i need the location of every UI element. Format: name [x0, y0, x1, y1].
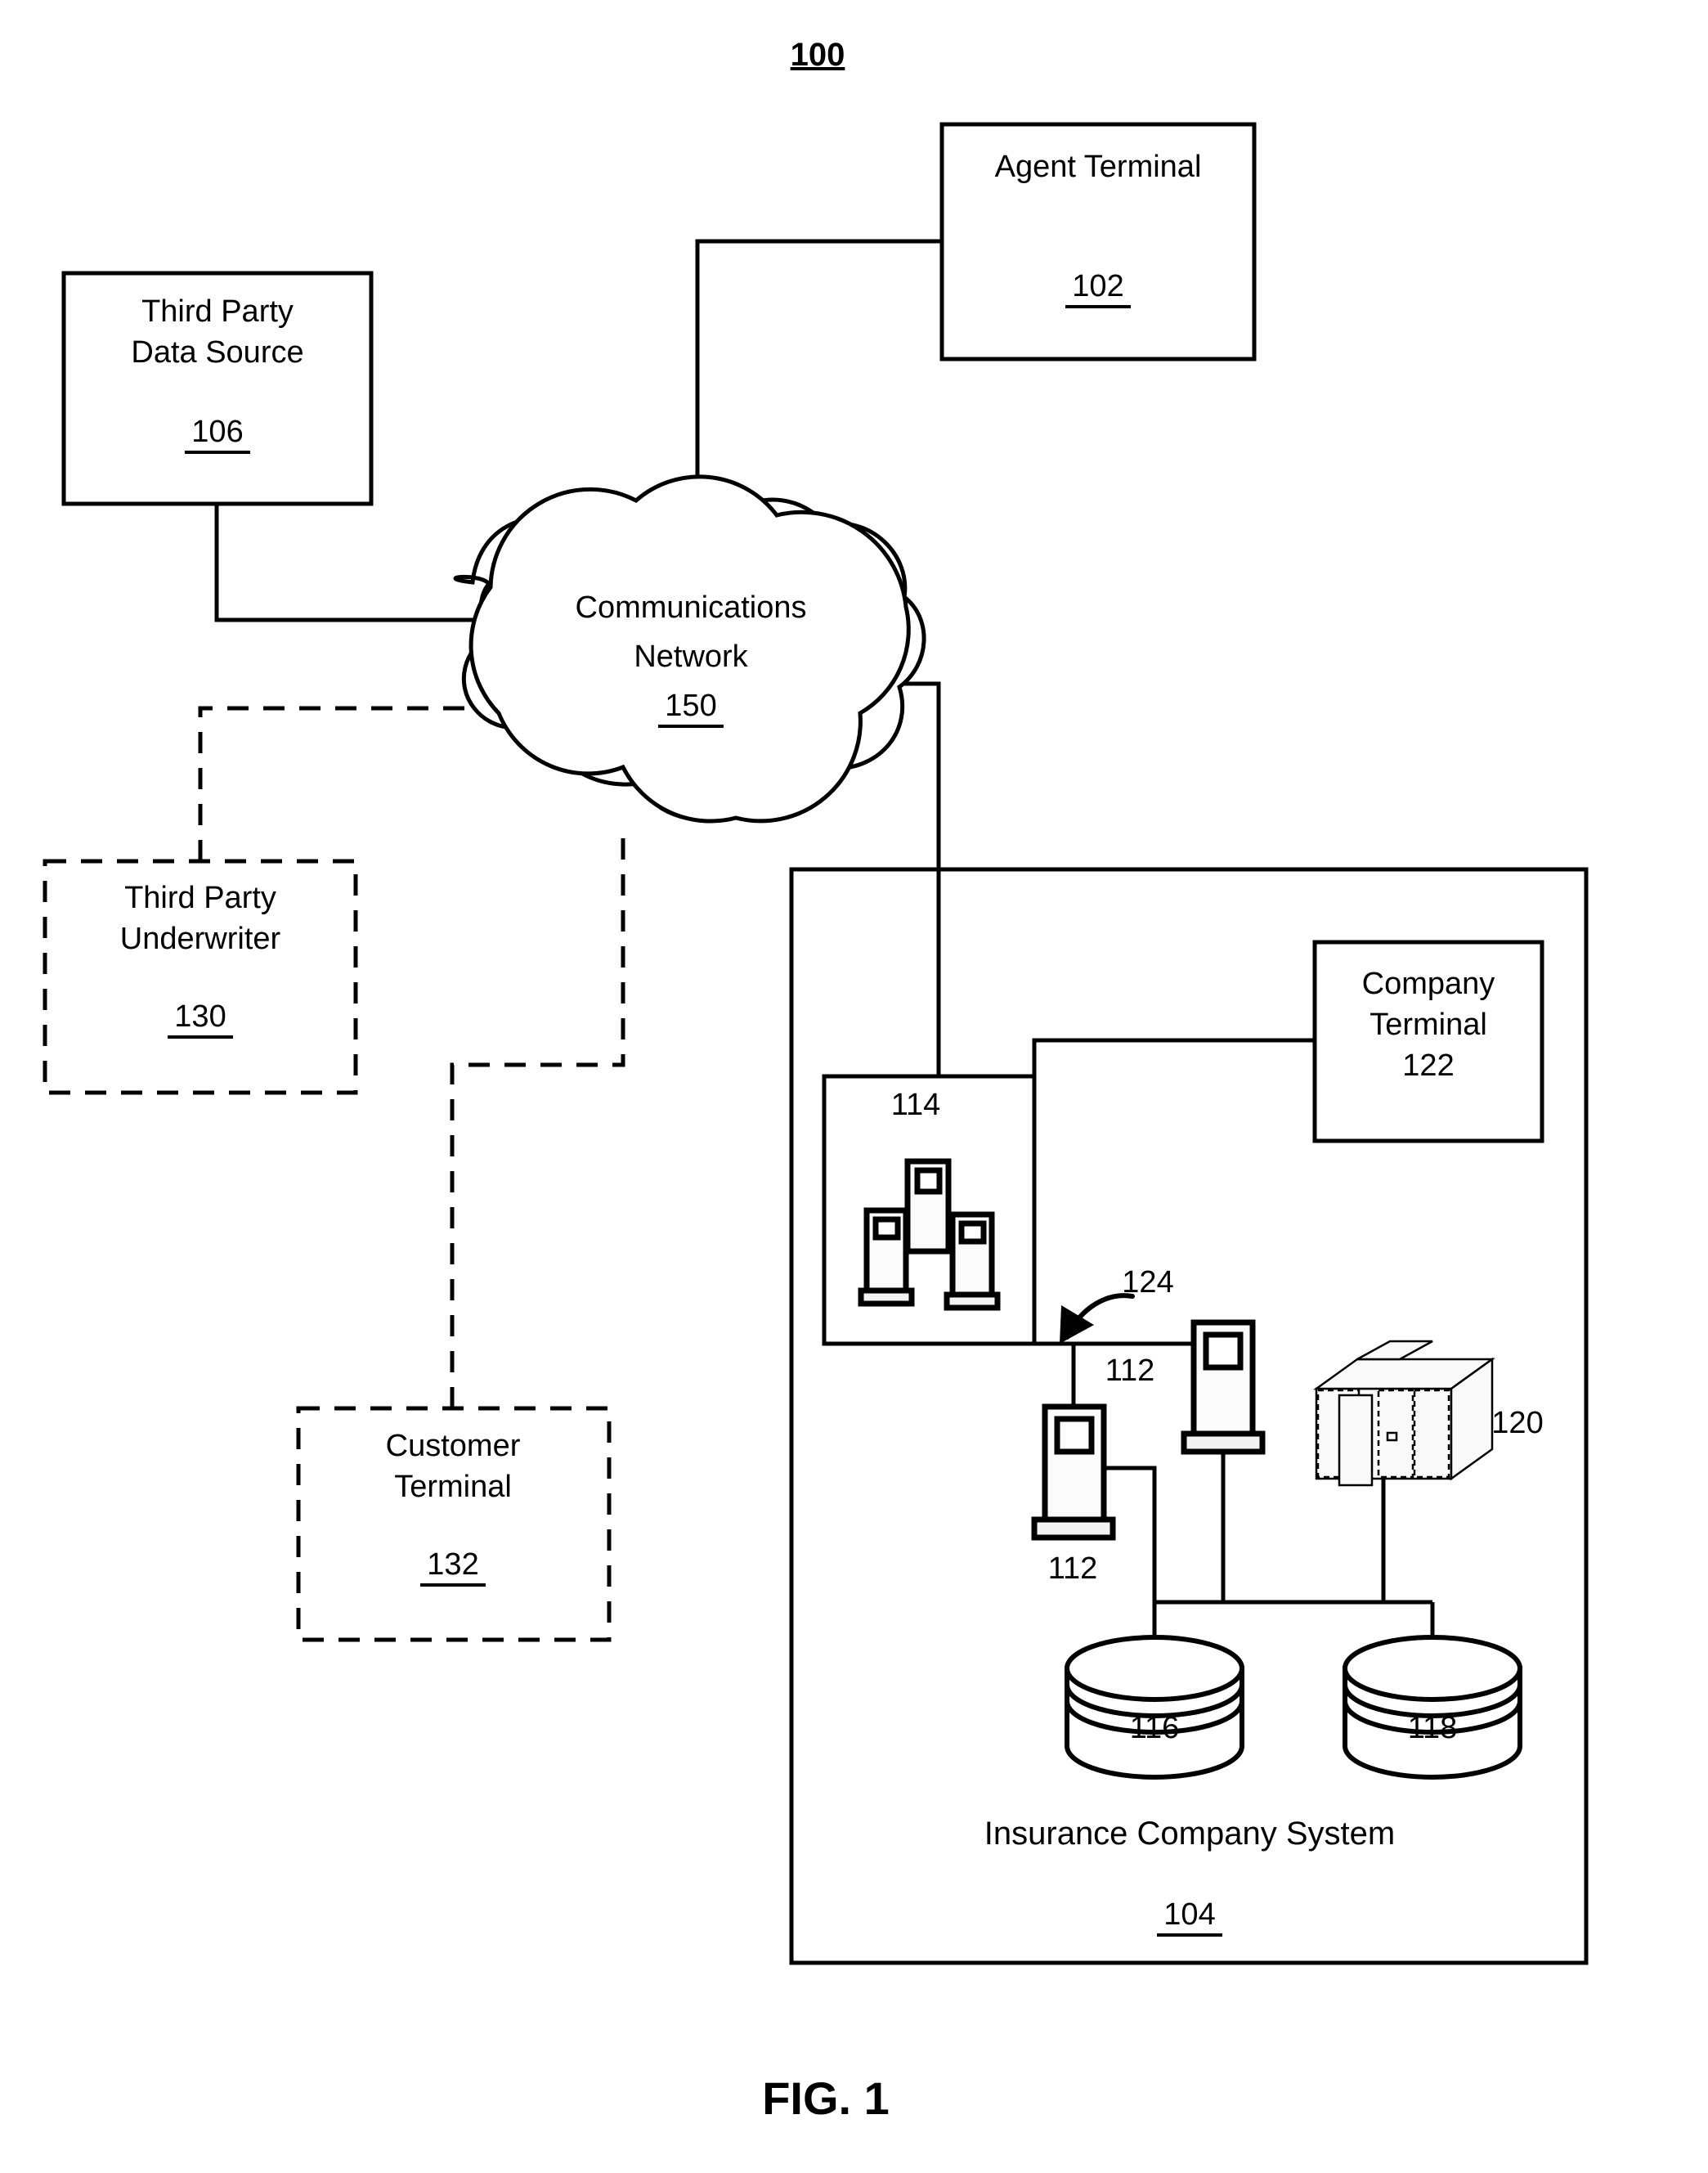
connector-underwriter-to-network	[198, 706, 497, 861]
agent-terminal-label: Agent Terminal	[995, 150, 1202, 184]
third-party-underwriter-node[interactable]: Third Party Underwriter 130	[43, 859, 358, 1095]
customer-terminal-label-line2: Terminal	[394, 1470, 512, 1504]
figure-caption-label: FIG. 1	[762, 2072, 890, 2124]
connector-agent-to-network	[695, 239, 942, 507]
figure-caption: FIG. 1	[762, 2072, 890, 2124]
server-left-ref: 112	[1048, 1551, 1098, 1586]
underwriter-label-line2: Underwriter	[120, 922, 281, 956]
figure-system-number: 100	[791, 37, 845, 73]
underwriter-ref: 130	[174, 999, 226, 1034]
server-cluster-node[interactable]: 114	[822, 1074, 1037, 1346]
company-terminal-node[interactable]: Company Terminal 122	[1312, 940, 1544, 1143]
mainframe-node[interactable]: 120	[1313, 1340, 1544, 1487]
system-number-label: 100	[791, 37, 845, 73]
connector-customer-to-network	[450, 826, 625, 1408]
network-ref: 150	[665, 689, 716, 723]
server-right-ref: 112	[1105, 1354, 1155, 1388]
connector-cluster-to-company-terminal	[1032, 1038, 1315, 1076]
server-left-node[interactable]: 112	[1031, 1403, 1116, 1586]
insurance-system-ref: 104	[1163, 1897, 1215, 1932]
agent-terminal-ref: 102	[1072, 269, 1123, 303]
company-terminal-ref: 122	[1402, 1048, 1454, 1083]
network-bus-ref: 124	[1122, 1265, 1173, 1300]
diagram-canvas: Communications Network 150 Agent Termina…	[43, 37, 1589, 2124]
data-source-ref: 106	[191, 415, 243, 449]
data-source-label-line1: Third Party	[141, 294, 294, 329]
agent-terminal-node[interactable]: Agent Terminal 102	[939, 122, 1257, 361]
database-right-node[interactable]: 118	[1343, 1635, 1522, 1780]
company-terminal-label-line1: Company	[1362, 967, 1495, 1001]
network-label-line2: Network	[634, 640, 748, 674]
insurance-system-label: Insurance Company System	[984, 1816, 1395, 1852]
data-source-label-line2: Data Source	[131, 335, 303, 370]
underwriter-label-line1: Third Party	[124, 881, 276, 915]
mainframe-ref: 120	[1491, 1406, 1543, 1440]
connector-datasource-to-network	[214, 504, 507, 622]
server-cluster-ref: 114	[891, 1088, 941, 1122]
third-party-data-source-node[interactable]: Third Party Data Source 106	[61, 271, 374, 506]
patent-figure: Communications Network 150 Agent Termina…	[0, 0, 1708, 2173]
server-cluster-icon	[858, 1158, 1001, 1311]
company-terminal-label-line2: Terminal	[1370, 1008, 1487, 1042]
database-left-node[interactable]: 116	[1065, 1635, 1244, 1780]
network-label-line1: Communications	[576, 590, 807, 625]
communications-network-cloud: Communications Network 150	[453, 474, 926, 824]
customer-terminal-node[interactable]: Customer Terminal 132	[296, 1406, 612, 1642]
customer-terminal-label-line1: Customer	[386, 1429, 521, 1463]
database-left-ref: 116	[1130, 1711, 1180, 1745]
customer-terminal-ref: 132	[427, 1547, 478, 1582]
database-right-ref: 118	[1408, 1711, 1458, 1745]
